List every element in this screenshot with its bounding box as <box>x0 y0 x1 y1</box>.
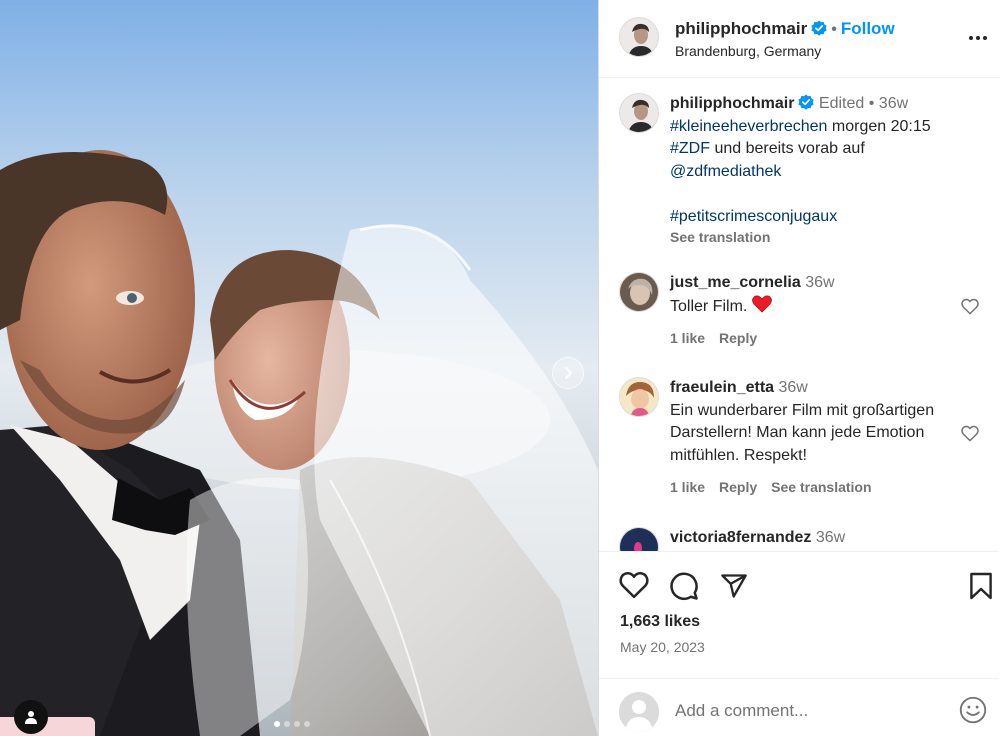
comment-time[interactable]: 36w <box>805 274 834 291</box>
more-dot <box>976 36 980 40</box>
comment-likes[interactable]: 1 like <box>670 327 705 350</box>
likes-count[interactable]: 1,663 likes <box>620 613 700 631</box>
post-sidebar: philipphochmair • Follow Brandenburg, Ger… <box>598 0 1000 736</box>
reply-button[interactable]: Reply <box>719 327 757 350</box>
caption-avatar-image <box>620 94 658 132</box>
caption-text: und bereits vorab auf <box>710 140 865 157</box>
add-comment-bar <box>599 678 999 736</box>
carousel-dot <box>294 721 300 727</box>
carousel-dot <box>274 721 280 727</box>
comment-time[interactable]: 36w <box>816 529 845 546</box>
caption-dot: • <box>868 95 875 112</box>
see-translation-link[interactable]: See translation <box>771 476 871 499</box>
commenter-avatar[interactable] <box>619 527 659 551</box>
comment-time[interactable]: 36w <box>779 379 808 396</box>
comment-meta: 1 like Reply See translation <box>670 476 949 499</box>
author-avatar-image <box>620 18 658 56</box>
caption-edited: Edited <box>818 95 865 112</box>
hashtag-link[interactable]: #kleineeheverbrechen <box>670 118 827 135</box>
comments-list[interactable]: philipphochmair Edited • 36w #kleineehev… <box>599 79 999 551</box>
post-photo <box>0 0 598 736</box>
carousel-dot <box>304 721 310 727</box>
like-comment-heart-icon[interactable] <box>961 298 979 315</box>
comment-body: victoria8fernandez 36w <box>670 527 949 550</box>
mention-link[interactable]: @zdfmediathek <box>670 163 781 180</box>
more-options-button[interactable] <box>966 28 990 48</box>
author-avatar[interactable] <box>619 17 659 57</box>
comment-icon[interactable] <box>669 571 699 601</box>
hashtag-link[interactable]: #petitscrimesconjugaux <box>670 208 837 225</box>
header-separator: • <box>831 21 837 38</box>
carousel-indicator <box>274 721 310 727</box>
author-username-line: philipphochmair • Follow <box>675 19 895 39</box>
author-username[interactable]: philipphochmair <box>675 19 807 38</box>
commenter-username[interactable]: fraeulein_etta <box>670 379 774 396</box>
share-icon[interactable] <box>720 572 748 600</box>
post-image[interactable] <box>0 0 598 736</box>
carousel-dot <box>284 721 290 727</box>
hashtag-link[interactable]: #ZDF <box>670 140 710 157</box>
current-user-avatar <box>619 692 659 732</box>
save-bookmark-icon[interactable] <box>969 571 993 601</box>
caption-time[interactable]: 36w <box>879 95 908 112</box>
comment-body: fraeulein_etta 36w Ein wunderbarer Film … <box>670 377 949 499</box>
verified-badge-icon <box>811 20 827 36</box>
commenter-avatar-image <box>620 528 658 551</box>
comment-meta: 1 like Reply <box>670 327 949 350</box>
more-dot <box>983 36 987 40</box>
caption-username[interactable]: philipphochmair <box>670 95 794 112</box>
comment-text: Toller Film. <box>670 297 752 315</box>
commenter-username[interactable]: just_me_cornelia <box>670 274 801 291</box>
reply-button[interactable]: Reply <box>719 476 757 499</box>
commenter-username[interactable]: victoria8fernandez <box>670 529 811 546</box>
comment-text: Ein wunderbarer Film mit großartigen Dar… <box>670 401 935 464</box>
like-comment-heart-icon[interactable] <box>961 425 979 442</box>
caption-body: philipphochmair Edited • 36w #kleineehev… <box>670 93 979 246</box>
post-date[interactable]: May 20, 2023 <box>620 639 705 655</box>
comment-likes[interactable]: 1 like <box>670 476 705 499</box>
caption-author-avatar[interactable] <box>619 93 659 133</box>
next-image-button[interactable] <box>552 357 584 389</box>
verified-badge-icon <box>798 94 815 110</box>
commenter-avatar-image <box>620 378 658 416</box>
caption-text: morgen 20:15 <box>827 117 931 135</box>
comment-input[interactable] <box>675 698 945 724</box>
red-heart-emoji <box>751 294 772 313</box>
chevron-right-icon <box>565 367 572 379</box>
user-tags-button[interactable] <box>14 700 48 734</box>
person-icon <box>25 711 37 724</box>
see-translation-link[interactable]: See translation <box>670 228 979 246</box>
post-header: philipphochmair • Follow Brandenburg, Ger… <box>599 0 1000 78</box>
post-actions: 1,663 likes May 20, 2023 <box>599 551 999 736</box>
default-avatar-icon <box>619 692 659 732</box>
commenter-avatar[interactable] <box>619 272 659 312</box>
commenter-avatar[interactable] <box>619 377 659 417</box>
post-location[interactable]: Brandenburg, Germany <box>675 43 821 59</box>
emoji-picker-icon[interactable] <box>959 696 987 724</box>
follow-button[interactable]: Follow <box>841 19 895 38</box>
commenter-avatar-image <box>620 273 658 311</box>
comment-body: just_me_cornelia 36w Toller Film. 1 like… <box>670 272 949 350</box>
more-dot <box>969 36 973 40</box>
like-heart-icon[interactable] <box>619 571 649 599</box>
